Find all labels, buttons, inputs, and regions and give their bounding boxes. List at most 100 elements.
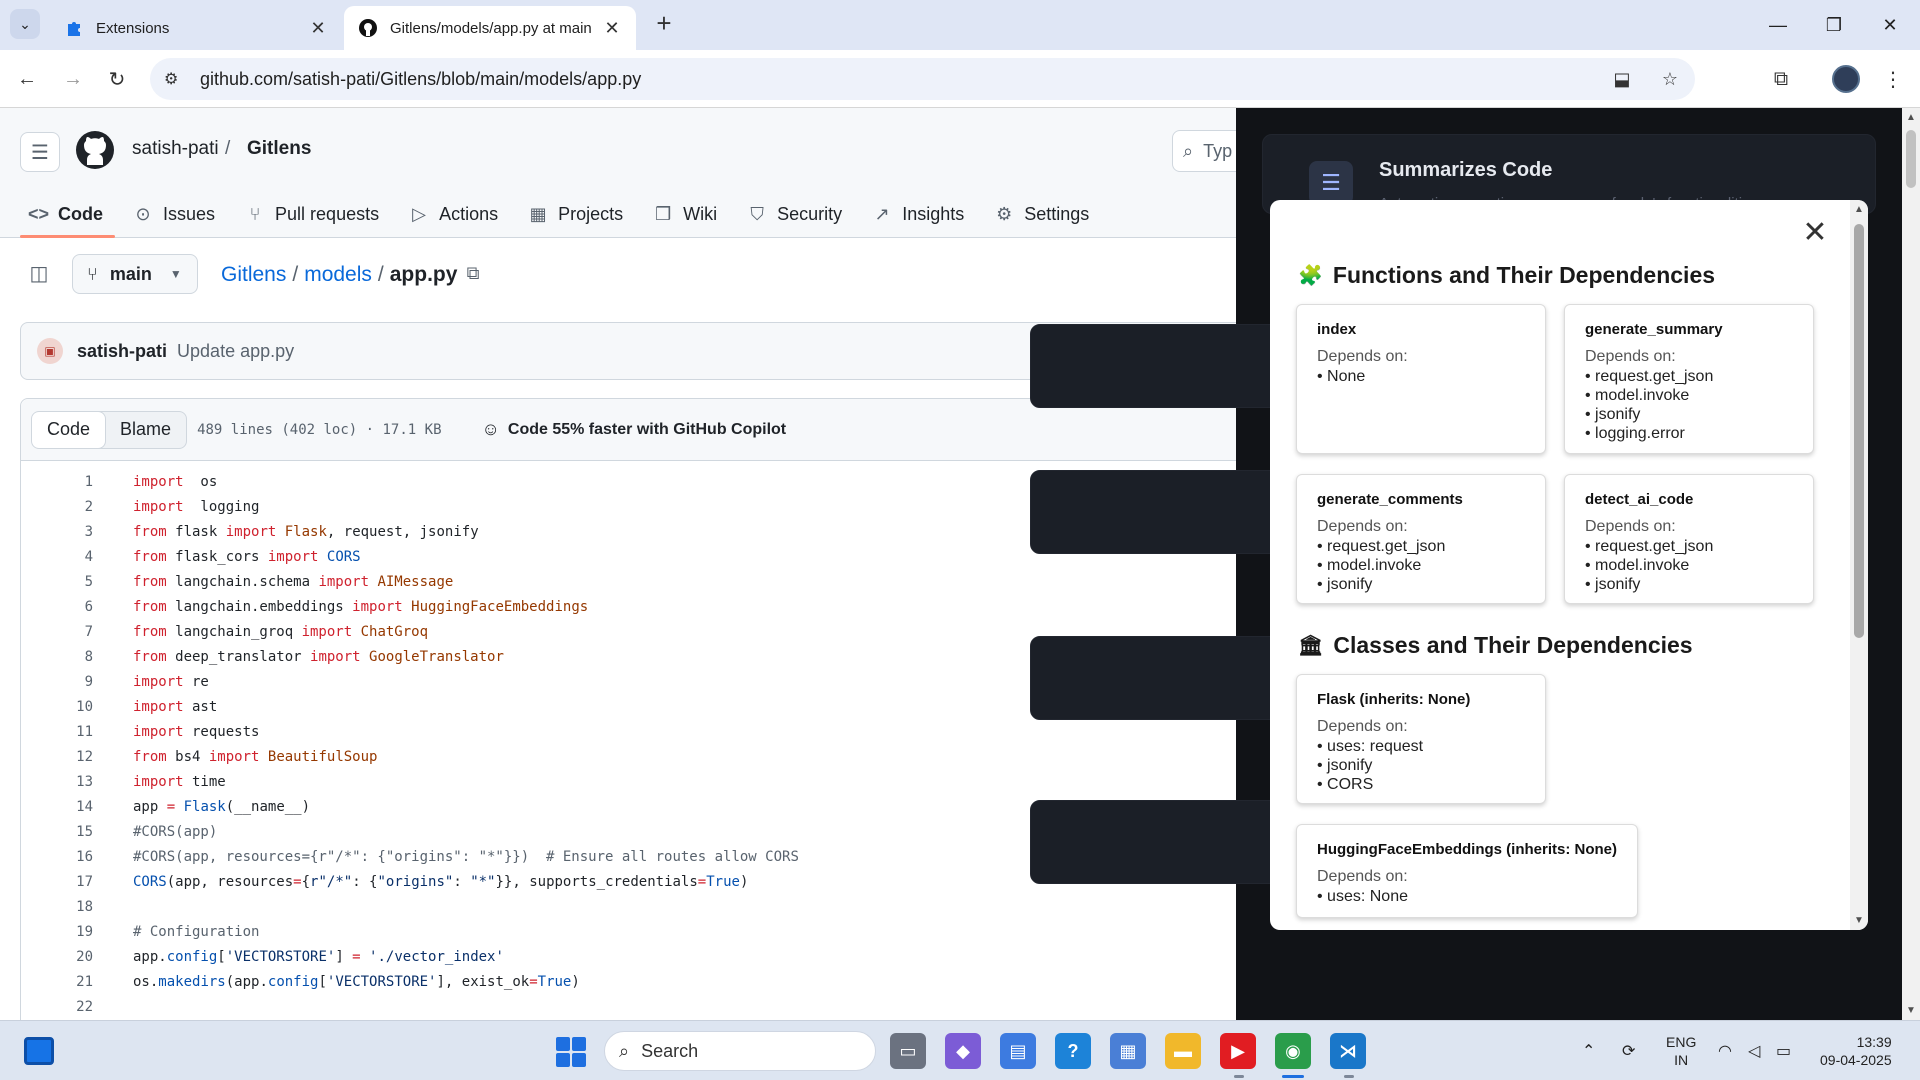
tab-extensions[interactable]: Extensions ✕ bbox=[50, 6, 342, 50]
commit-message-link[interactable]: Update app.py bbox=[177, 341, 294, 362]
sidebar-toggle-icon[interactable]: ◫ bbox=[24, 258, 54, 288]
app-icon[interactable]: ▤ bbox=[1000, 1033, 1036, 1069]
code-line[interactable]: 22 bbox=[21, 994, 1236, 1019]
task-view-icon[interactable]: ▭ bbox=[890, 1033, 926, 1069]
help-icon[interactable]: ? bbox=[1055, 1033, 1091, 1069]
tab-wiki[interactable]: ❒ Wiki bbox=[653, 190, 717, 238]
tab-search-dropdown[interactable]: ⌄ bbox=[10, 9, 40, 39]
line-number[interactable]: 13 bbox=[21, 774, 93, 790]
avatar[interactable]: ▣ bbox=[37, 338, 63, 364]
line-number[interactable]: 10 bbox=[21, 699, 93, 715]
code-line[interactable]: 13 import time bbox=[21, 769, 1236, 794]
code-line[interactable]: 20 app.config['VECTORSTORE'] = './vector_… bbox=[21, 944, 1236, 969]
site-info-icon[interactable]: ⚙ bbox=[164, 69, 188, 89]
breadcrumb-folder-link[interactable]: models bbox=[304, 263, 372, 286]
browser-menu-icon[interactable]: ⋮ bbox=[1876, 62, 1910, 96]
page-scrollbar[interactable]: ▲ ▼ bbox=[1902, 108, 1920, 1020]
tab-insights[interactable]: ↗ Insights bbox=[872, 190, 965, 238]
back-button[interactable]: ← bbox=[10, 62, 44, 96]
line-number[interactable]: 11 bbox=[21, 724, 93, 740]
code-line[interactable]: 12 from bs4 import BeautifulSoup bbox=[21, 744, 1236, 769]
vscode-icon[interactable]: ⋊ bbox=[1330, 1033, 1366, 1069]
line-number[interactable]: 4 bbox=[21, 549, 93, 565]
extensions-puzzle-icon[interactable]: ⧉ bbox=[1764, 62, 1798, 96]
breadcrumb-repo-link[interactable]: Gitlens bbox=[221, 263, 286, 286]
tab-issues[interactable]: ⊙ Issues bbox=[133, 190, 215, 238]
forward-button[interactable]: → bbox=[56, 62, 90, 96]
windows-start-icon[interactable] bbox=[556, 1037, 586, 1067]
function-card: generate_comments Depends on: • request.… bbox=[1296, 474, 1546, 604]
line-number[interactable]: 15 bbox=[21, 824, 93, 840]
repo-owner-link[interactable]: satish-pati bbox=[132, 138, 219, 160]
code-line[interactable]: 21 os.makedirs(app.config['VECTORSTORE'],… bbox=[21, 969, 1236, 994]
line-number[interactable]: 1 bbox=[21, 474, 93, 490]
tab-actions[interactable]: ▷ Actions bbox=[409, 190, 498, 238]
close-icon[interactable]: ✕ bbox=[1800, 218, 1830, 248]
battery-icon[interactable]: ▭ bbox=[1776, 1021, 1791, 1080]
code-line[interactable]: 5 from langchain.schema import AIMessage bbox=[21, 569, 1236, 594]
line-number[interactable]: 14 bbox=[21, 799, 93, 815]
line-number[interactable]: 22 bbox=[21, 999, 93, 1015]
line-number[interactable]: 3 bbox=[21, 524, 93, 540]
line-number[interactable]: 17 bbox=[21, 874, 93, 890]
copilot-promo-link[interactable]: ☺ Code 55% faster with GitHub Copilot bbox=[482, 419, 787, 440]
line-number[interactable]: 18 bbox=[21, 899, 93, 915]
line-number[interactable]: 2 bbox=[21, 499, 93, 515]
line-number[interactable]: 9 bbox=[21, 674, 93, 690]
code-line[interactable]: 19 # Configuration bbox=[21, 919, 1236, 944]
blame-view-button[interactable]: Blame bbox=[105, 412, 186, 448]
tab-projects[interactable]: ▦ Projects bbox=[528, 190, 624, 238]
line-number[interactable]: 20 bbox=[21, 949, 93, 965]
code-line[interactable]: 11 import requests bbox=[21, 719, 1236, 744]
file-explorer-icon[interactable]: ▬ bbox=[1165, 1033, 1201, 1069]
line-number[interactable]: 6 bbox=[21, 599, 93, 615]
language-indicator[interactable]: ENG IN bbox=[1666, 1033, 1696, 1069]
copilot-app-icon[interactable]: ◆ bbox=[945, 1033, 981, 1069]
branch-selector-button[interactable]: ⑂ main ▼ bbox=[72, 254, 198, 294]
repo-name-link[interactable]: Gitlens bbox=[247, 138, 311, 160]
search-input[interactable]: ⌕ Typ bbox=[1172, 130, 1236, 172]
store-icon[interactable]: ▦ bbox=[1110, 1033, 1146, 1069]
close-icon[interactable]: ✕ bbox=[602, 18, 622, 39]
tab-security[interactable]: ⛉ Security bbox=[747, 190, 842, 238]
install-app-icon[interactable]: ⬓ bbox=[1609, 66, 1635, 92]
tab-code[interactable]: <> Code bbox=[20, 190, 115, 238]
new-tab-button[interactable]: + bbox=[650, 10, 678, 38]
bookmark-star-icon[interactable]: ☆ bbox=[1657, 66, 1683, 92]
line-number[interactable]: 12 bbox=[21, 749, 93, 765]
line-number[interactable]: 19 bbox=[21, 924, 93, 940]
widgets-icon[interactable] bbox=[24, 1037, 54, 1065]
window-close-button[interactable]: ✕ bbox=[1862, 0, 1918, 50]
tab-pull-requests[interactable]: ⑂ Pull requests bbox=[245, 190, 379, 238]
close-icon[interactable]: ✕ bbox=[308, 18, 328, 39]
modal-scrollbar[interactable]: ▲ ▼ bbox=[1850, 200, 1868, 930]
address-bar[interactable]: ⚙ github.com/satish-pati/Gitlens/blob/ma… bbox=[150, 58, 1695, 100]
line-number[interactable]: 7 bbox=[21, 624, 93, 640]
minimize-button[interactable]: — bbox=[1750, 0, 1806, 50]
copy-path-icon[interactable]: ⧉ bbox=[460, 260, 486, 286]
line-number[interactable]: 16 bbox=[21, 849, 93, 865]
sync-icon[interactable]: ⟳ bbox=[1622, 1021, 1635, 1080]
commit-author-link[interactable]: satish-pati bbox=[77, 341, 167, 362]
code-view-button[interactable]: Code bbox=[32, 411, 107, 448]
url-text[interactable]: github.com/satish-pati/Gitlens/blob/main… bbox=[200, 69, 641, 90]
wifi-icon[interactable]: ◠ bbox=[1718, 1021, 1732, 1080]
volume-icon[interactable]: ◁ bbox=[1748, 1021, 1760, 1080]
line-number[interactable]: 8 bbox=[21, 649, 93, 665]
chrome-icon[interactable]: ◉ bbox=[1275, 1033, 1311, 1069]
line-number[interactable]: 5 bbox=[21, 574, 93, 590]
taskbar-search-input[interactable]: ⌕ Search bbox=[604, 1031, 876, 1071]
line-number[interactable]: 21 bbox=[21, 974, 93, 990]
menu-icon[interactable]: ☰ bbox=[20, 132, 60, 172]
restore-button[interactable]: ❐ bbox=[1806, 0, 1862, 50]
profile-avatar[interactable] bbox=[1829, 62, 1863, 96]
code-line[interactable]: 6 from langchain.embeddings import Huggin… bbox=[21, 594, 1236, 619]
tab-gitlens[interactable]: Gitlens/models/app.py at main ✕ bbox=[344, 6, 636, 50]
clock[interactable]: 13:39 09-04-2025 bbox=[1820, 1033, 1892, 1069]
github-logo-icon[interactable] bbox=[75, 130, 115, 170]
show-hidden-icons-icon[interactable]: ⌃ bbox=[1582, 1021, 1595, 1080]
youtube-icon[interactable]: ▶ bbox=[1220, 1033, 1256, 1069]
code-line[interactable]: 18 bbox=[21, 894, 1236, 919]
tab-settings[interactable]: ⚙ Settings bbox=[994, 190, 1089, 238]
reload-button[interactable]: ↻ bbox=[100, 62, 134, 96]
